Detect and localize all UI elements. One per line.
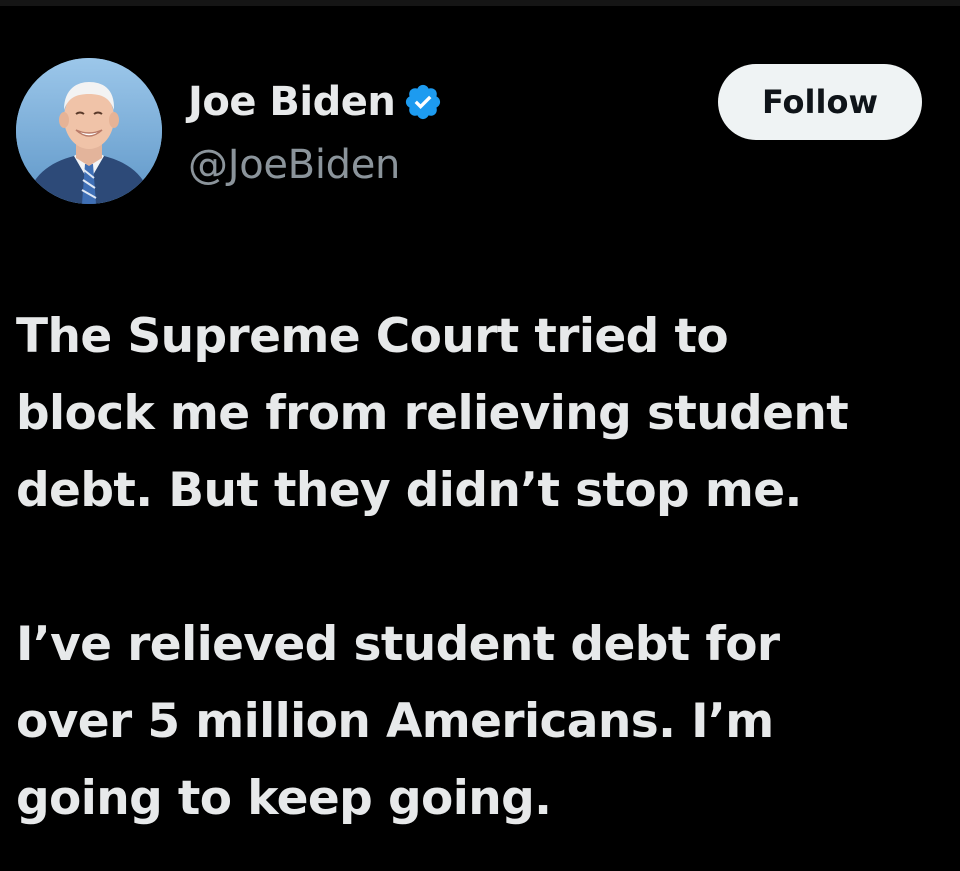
tweet-text: The Supreme Court tried to block me from… bbox=[16, 298, 946, 837]
handle[interactable]: @JoeBiden bbox=[188, 142, 400, 188]
tweet-text-line: going to keep going. bbox=[16, 771, 552, 826]
tweet-text-line: debt. But they didn’t stop me. bbox=[16, 463, 802, 518]
profile-photo bbox=[16, 58, 162, 204]
tweet-paragraph: I’ve relieved student debt for over 5 mi… bbox=[16, 606, 946, 837]
tweet-text-line: block me from relieving student bbox=[16, 386, 849, 441]
author-name-row: Joe Biden bbox=[188, 76, 443, 128]
tweet-card: Joe Biden @JoeBiden Follow The Supreme C… bbox=[0, 0, 960, 871]
tweet-text-line: The Supreme Court tried to bbox=[16, 309, 729, 364]
follow-button[interactable]: Follow bbox=[718, 64, 922, 140]
display-name[interactable]: Joe Biden bbox=[188, 79, 396, 125]
avatar[interactable] bbox=[16, 58, 162, 204]
tweet-text-line: over 5 million Americans. I’m bbox=[16, 694, 774, 749]
tweet-text-line: I’ve relieved student debt for bbox=[16, 617, 780, 672]
tweet-paragraph: The Supreme Court tried to block me from… bbox=[16, 298, 946, 529]
verified-badge-icon bbox=[403, 82, 443, 122]
